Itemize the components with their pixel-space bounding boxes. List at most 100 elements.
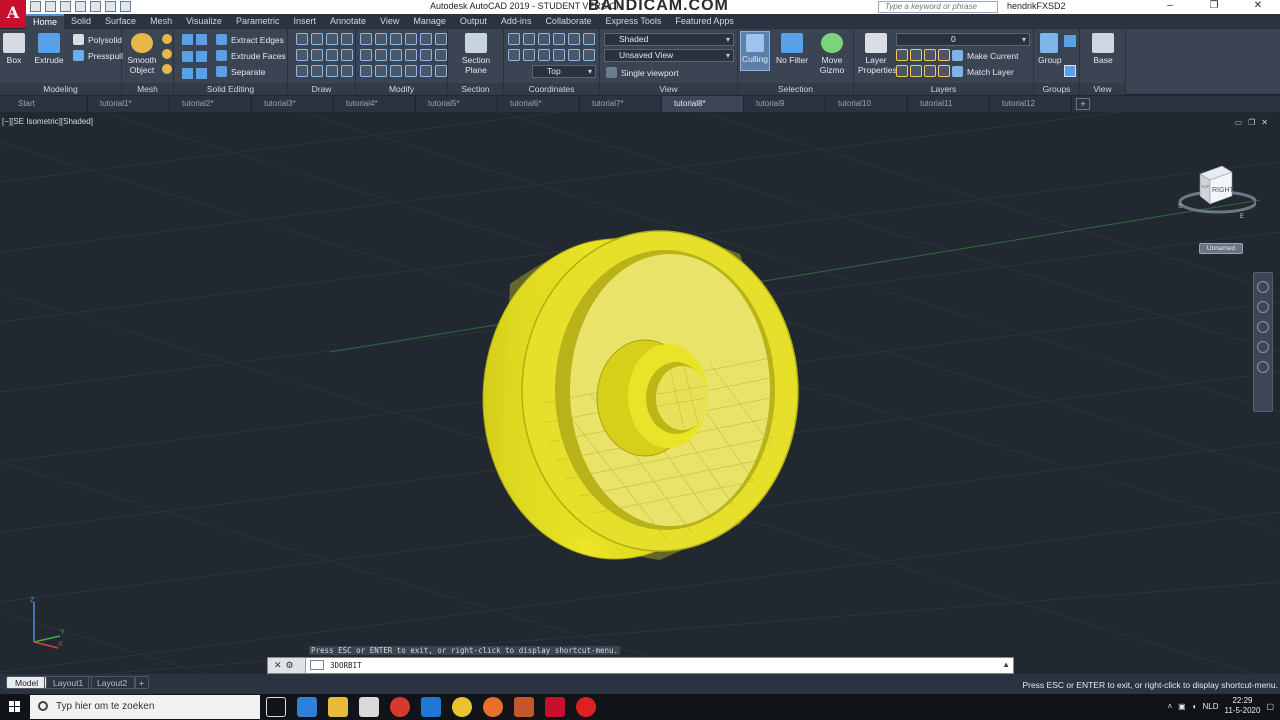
- slice-icon[interactable]: [196, 51, 207, 62]
- tab-featured-apps[interactable]: Featured Apps: [668, 14, 741, 29]
- revit-icon[interactable]: [514, 697, 534, 717]
- polygon-icon[interactable]: [296, 65, 308, 77]
- viewcube[interactable]: RIGHT TOP S E: [1176, 156, 1256, 226]
- rectangle-icon[interactable]: [311, 65, 323, 77]
- undo-icon[interactable]: [105, 1, 116, 12]
- subtract-icon[interactable]: [182, 51, 193, 62]
- autocad-taskbar-icon[interactable]: [545, 697, 565, 717]
- helix-icon[interactable]: [341, 49, 353, 61]
- compass-south[interactable]: S: [1178, 204, 1182, 210]
- separate-button[interactable]: Separate: [216, 66, 266, 77]
- minimize-icon[interactable]: –: [1148, 0, 1192, 14]
- drawing-viewport[interactable]: [−][SE Isometric][Shaded] ▭ ❐ ✕ RIGHT TO…: [0, 112, 1280, 674]
- mesh-refine-icon[interactable]: [162, 49, 172, 59]
- union-icon[interactable]: [182, 34, 193, 45]
- customize-icon[interactable]: ⚙: [286, 660, 294, 671]
- panel-title-coordinates[interactable]: Coordinates: [504, 83, 599, 95]
- layer-isolate-icon[interactable]: [910, 49, 922, 61]
- ungroup-icon[interactable]: [1064, 35, 1076, 47]
- break-icon[interactable]: [420, 65, 432, 77]
- viewport-config-button[interactable]: Single viewport: [606, 67, 679, 78]
- rotate-3d-icon[interactable]: [375, 33, 387, 45]
- extract-edges-button[interactable]: Extract Edges: [216, 34, 284, 45]
- panel-title-mesh[interactable]: Mesh: [122, 83, 173, 95]
- presspull-button[interactable]: Presspull: [73, 50, 123, 61]
- new-file-icon[interactable]: [30, 1, 41, 12]
- join-icon[interactable]: [405, 65, 417, 77]
- panel-title-draw[interactable]: Draw: [288, 83, 355, 95]
- save-icon[interactable]: [60, 1, 71, 12]
- ucs-3point-icon[interactable]: [553, 49, 565, 61]
- named-view-dropdown[interactable]: Unsaved View: [604, 49, 734, 62]
- hatch-icon[interactable]: [341, 65, 353, 77]
- doc-tab[interactable]: tutorial11: [908, 96, 990, 112]
- command-line[interactable]: ✕ ⚙ 3DORBIT ▲: [267, 657, 1014, 674]
- doc-tab[interactable]: tutorial7*: [580, 96, 662, 112]
- firefox-icon[interactable]: [483, 697, 503, 717]
- compass-east[interactable]: E: [1240, 214, 1244, 220]
- fillet-icon[interactable]: [420, 33, 432, 45]
- ucs-zaxis-icon[interactable]: [568, 49, 580, 61]
- move-gizmo-button[interactable]: Move Gizmo: [816, 33, 848, 75]
- arc-icon[interactable]: [326, 33, 338, 45]
- trim-icon[interactable]: [405, 33, 417, 45]
- layer-properties-button[interactable]: Layer Properties: [858, 33, 897, 75]
- steering-wheel-icon[interactable]: [1257, 281, 1269, 293]
- layer-unisolate-icon[interactable]: [910, 65, 922, 77]
- ucs-icon-props-icon[interactable]: [583, 49, 595, 61]
- section-plane-button[interactable]: Section Plane: [456, 33, 496, 75]
- viewport-close-icon[interactable]: ✕: [1261, 118, 1268, 127]
- windows-start-icon[interactable]: [0, 694, 30, 720]
- tab-express-tools[interactable]: Express Tools: [598, 14, 668, 29]
- ucs-z-icon[interactable]: [583, 33, 595, 45]
- extrude-faces-button[interactable]: Extrude Faces: [216, 50, 286, 61]
- polysolid-button[interactable]: Polysolid: [73, 34, 122, 45]
- app-icon[interactable]: [390, 697, 410, 717]
- copy-icon[interactable]: [360, 49, 372, 61]
- doc-tab[interactable]: tutorial2*: [170, 96, 252, 112]
- task-view-icon[interactable]: [266, 697, 286, 717]
- plot-icon[interactable]: [90, 1, 101, 12]
- ucs-view-icon[interactable]: [508, 49, 520, 61]
- line-icon[interactable]: [296, 33, 308, 45]
- box-button[interactable]: Box: [3, 33, 25, 65]
- ucs-face-icon[interactable]: [538, 49, 550, 61]
- no-filter-button[interactable]: No Filter: [774, 33, 810, 65]
- group-select-icon[interactable]: [1064, 65, 1076, 77]
- doc-tab[interactable]: tutorial10: [826, 96, 908, 112]
- volume-icon[interactable]: ◖: [1192, 702, 1197, 711]
- layout-tab-model[interactable]: Model: [6, 676, 48, 689]
- pan-icon[interactable]: [1257, 301, 1269, 313]
- layer-thaw-icon[interactable]: [924, 65, 936, 77]
- explode-icon[interactable]: [375, 65, 387, 77]
- chrome-icon[interactable]: [452, 697, 472, 717]
- doc-tab[interactable]: tutorial1*: [88, 96, 170, 112]
- intersect-icon[interactable]: [182, 68, 193, 79]
- panel-title-selection[interactable]: Selection: [738, 83, 853, 95]
- layer-lock-icon[interactable]: [938, 49, 950, 61]
- tab-mesh[interactable]: Mesh: [143, 14, 179, 29]
- command-prompt-icon[interactable]: [310, 660, 324, 670]
- tab-home[interactable]: Home: [26, 14, 65, 29]
- panel-title-modify[interactable]: Modify: [356, 83, 447, 95]
- tab-parametric[interactable]: Parametric: [229, 14, 287, 29]
- close-icon[interactable]: ✕: [1236, 0, 1280, 14]
- ucs-y-icon[interactable]: [568, 33, 580, 45]
- new-tab-button[interactable]: +: [1076, 98, 1090, 110]
- ucs-name-menu[interactable]: Unnamed: [1199, 243, 1243, 254]
- interfere-icon[interactable]: [196, 34, 207, 45]
- file-explorer-icon[interactable]: [328, 697, 348, 717]
- tab-visualize[interactable]: Visualize: [179, 14, 229, 29]
- offset-icon[interactable]: [405, 49, 417, 61]
- command-history-toggle[interactable]: ▲: [1002, 660, 1010, 669]
- tab-annotate[interactable]: Annotate: [323, 14, 373, 29]
- rotate-icon[interactable]: [390, 49, 402, 61]
- make-current-button[interactable]: Make Current: [952, 50, 1019, 61]
- notifications-icon[interactable]: ▢: [1266, 702, 1274, 711]
- tab-solid[interactable]: Solid: [64, 14, 98, 29]
- viewcube-face-right[interactable]: RIGHT: [1212, 187, 1235, 194]
- mesh-sphere-icon[interactable]: [162, 34, 172, 44]
- autocad-logo[interactable]: A: [0, 0, 26, 28]
- store-icon[interactable]: [359, 697, 379, 717]
- match-layer-button[interactable]: Match Layer: [952, 66, 1014, 77]
